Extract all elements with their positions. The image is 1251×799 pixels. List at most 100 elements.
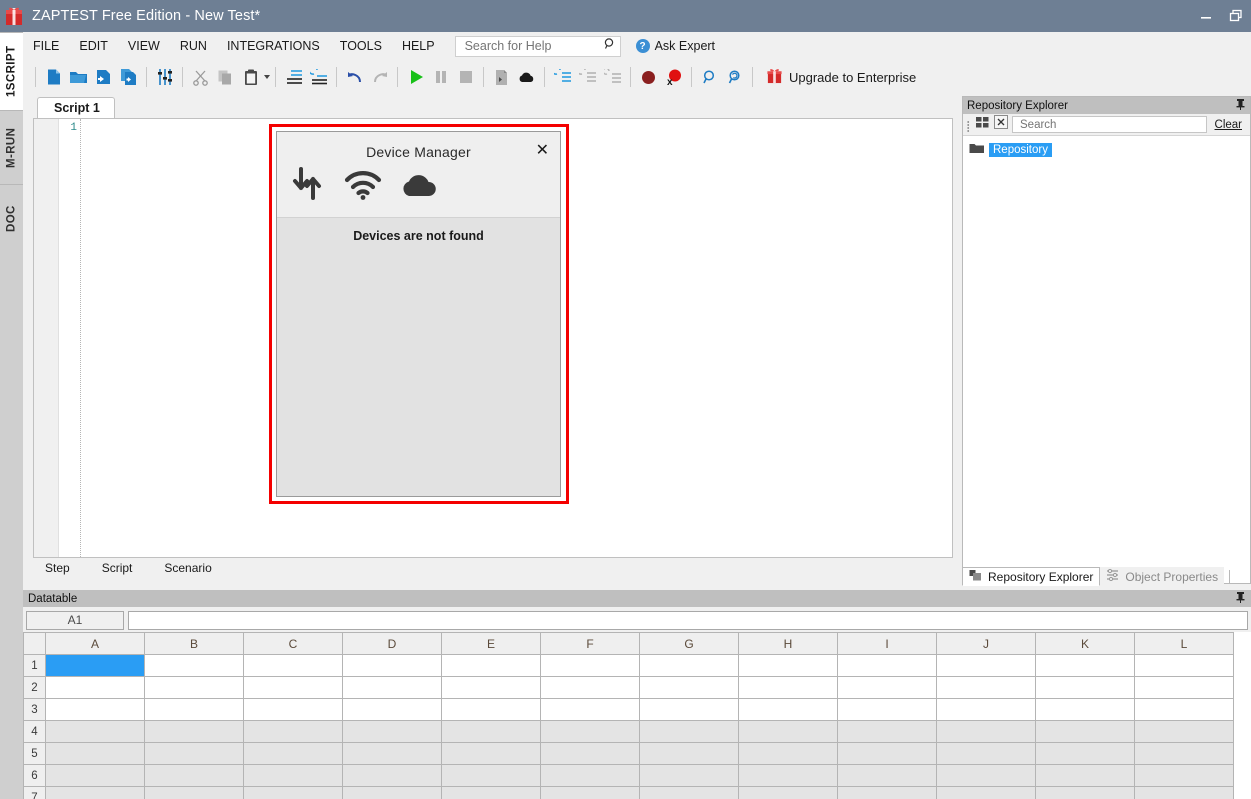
cell-l1[interactable]	[1134, 654, 1234, 677]
menu-item-integrations[interactable]: INTEGRATIONS	[217, 36, 330, 56]
cell-g4[interactable]	[639, 720, 739, 743]
undo-icon[interactable]	[342, 64, 367, 90]
pin-icon[interactable]	[1235, 98, 1246, 113]
row-header[interactable]: 5	[23, 742, 46, 765]
cell-a7[interactable]	[45, 786, 145, 799]
cell-h6[interactable]	[738, 764, 838, 787]
report-icon[interactable]	[489, 64, 514, 90]
zoom-find-icon[interactable]	[697, 64, 722, 90]
cloud-icon[interactable]	[514, 64, 539, 90]
cell-d5[interactable]	[342, 742, 442, 765]
column-header-g[interactable]: G	[639, 632, 739, 655]
side-tab-doc[interactable]: DOC	[0, 184, 23, 252]
cell-e1[interactable]	[441, 654, 541, 677]
tree-node-repository[interactable]: Repository	[969, 141, 1250, 159]
cell-g6[interactable]	[639, 764, 739, 787]
column-header-e[interactable]: E	[441, 632, 541, 655]
column-header-h[interactable]: H	[738, 632, 838, 655]
cell-d1[interactable]	[342, 654, 442, 677]
formula-input[interactable]	[128, 610, 1248, 630]
cell-k6[interactable]	[1035, 764, 1135, 787]
find-replace-icon[interactable]	[722, 64, 747, 90]
cell-c5[interactable]	[243, 742, 343, 765]
tab-scenario[interactable]: Scenario	[152, 559, 223, 577]
close-box-icon[interactable]	[994, 115, 1008, 134]
cell-b7[interactable]	[144, 786, 244, 799]
column-header-i[interactable]: I	[837, 632, 937, 655]
cell-g3[interactable]	[639, 698, 739, 721]
cell-d3[interactable]	[342, 698, 442, 721]
cell-e4[interactable]	[441, 720, 541, 743]
cell-reference-box[interactable]: A1	[26, 610, 124, 630]
row-header[interactable]: 7	[23, 786, 46, 799]
cell-h2[interactable]	[738, 676, 838, 699]
panel-tab-repository-explorer[interactable]: Repository Explorer	[962, 567, 1101, 586]
cell-l4[interactable]	[1134, 720, 1234, 743]
cell-c7[interactable]	[243, 786, 343, 799]
cell-b1[interactable]	[144, 654, 244, 677]
save-file-icon[interactable]	[91, 64, 116, 90]
cell-g7[interactable]	[639, 786, 739, 799]
cell-i6[interactable]	[837, 764, 937, 787]
cell-h4[interactable]	[738, 720, 838, 743]
minimize-icon[interactable]	[1191, 0, 1221, 32]
cell-k5[interactable]	[1035, 742, 1135, 765]
cell-j2[interactable]	[936, 676, 1036, 699]
column-header-j[interactable]: J	[936, 632, 1036, 655]
cell-a5[interactable]	[45, 742, 145, 765]
step-into-icon[interactable]	[550, 64, 575, 90]
row-header[interactable]: 1	[23, 654, 46, 677]
cell-k2[interactable]	[1035, 676, 1135, 699]
stop-record-icon[interactable]: x	[661, 64, 686, 90]
search-icon[interactable]	[603, 37, 616, 55]
cell-j4[interactable]	[936, 720, 1036, 743]
restore-icon[interactable]	[1221, 0, 1251, 32]
step-over-icon[interactable]	[575, 64, 600, 90]
cell-a4[interactable]	[45, 720, 145, 743]
cell-a1[interactable]	[45, 654, 145, 677]
ask-expert-button[interactable]: ? Ask Expert	[635, 39, 715, 53]
menu-item-view[interactable]: VIEW	[118, 36, 170, 56]
cell-c6[interactable]	[243, 764, 343, 787]
search-input[interactable]	[462, 38, 603, 54]
editor-breakpoint-gutter[interactable]	[34, 119, 59, 557]
menu-item-file[interactable]: FILE	[23, 36, 69, 56]
cell-i4[interactable]	[837, 720, 937, 743]
cell-k3[interactable]	[1035, 698, 1135, 721]
cell-j6[interactable]	[936, 764, 1036, 787]
cell-b3[interactable]	[144, 698, 244, 721]
redo-icon[interactable]	[367, 64, 392, 90]
cell-c4[interactable]	[243, 720, 343, 743]
cell-l5[interactable]	[1134, 742, 1234, 765]
tab-script-1[interactable]: Script 1	[37, 97, 115, 118]
run-play-icon[interactable]	[403, 64, 428, 90]
cell-k7[interactable]	[1035, 786, 1135, 799]
paste-clipboard-icon[interactable]	[238, 64, 263, 90]
new-file-icon[interactable]	[41, 64, 66, 90]
cell-k1[interactable]	[1035, 654, 1135, 677]
cell-l7[interactable]	[1134, 786, 1234, 799]
help-search-box[interactable]	[454, 35, 621, 57]
cell-b4[interactable]	[144, 720, 244, 743]
cell-d6[interactable]	[342, 764, 442, 787]
cell-f5[interactable]	[540, 742, 640, 765]
cell-e5[interactable]	[441, 742, 541, 765]
column-header-f[interactable]: F	[540, 632, 640, 655]
cell-l2[interactable]	[1134, 676, 1234, 699]
tab-script[interactable]: Script	[89, 559, 145, 577]
cell-f6[interactable]	[540, 764, 640, 787]
cell-a6[interactable]	[45, 764, 145, 787]
cell-l3[interactable]	[1134, 698, 1234, 721]
indent-lines-icon[interactable]	[281, 64, 306, 90]
column-header-a[interactable]: A	[45, 632, 145, 655]
drag-grip-icon[interactable]	[967, 119, 971, 132]
repository-clear-link[interactable]: Clear	[1211, 119, 1246, 131]
column-header-b[interactable]: B	[144, 632, 244, 655]
row-header[interactable]: 6	[23, 764, 46, 787]
menu-item-run[interactable]: RUN	[170, 36, 217, 56]
cell-i7[interactable]	[837, 786, 937, 799]
step-out-icon[interactable]	[600, 64, 625, 90]
cell-d4[interactable]	[342, 720, 442, 743]
cell-k4[interactable]	[1035, 720, 1135, 743]
grid-view-icon[interactable]	[975, 115, 990, 135]
